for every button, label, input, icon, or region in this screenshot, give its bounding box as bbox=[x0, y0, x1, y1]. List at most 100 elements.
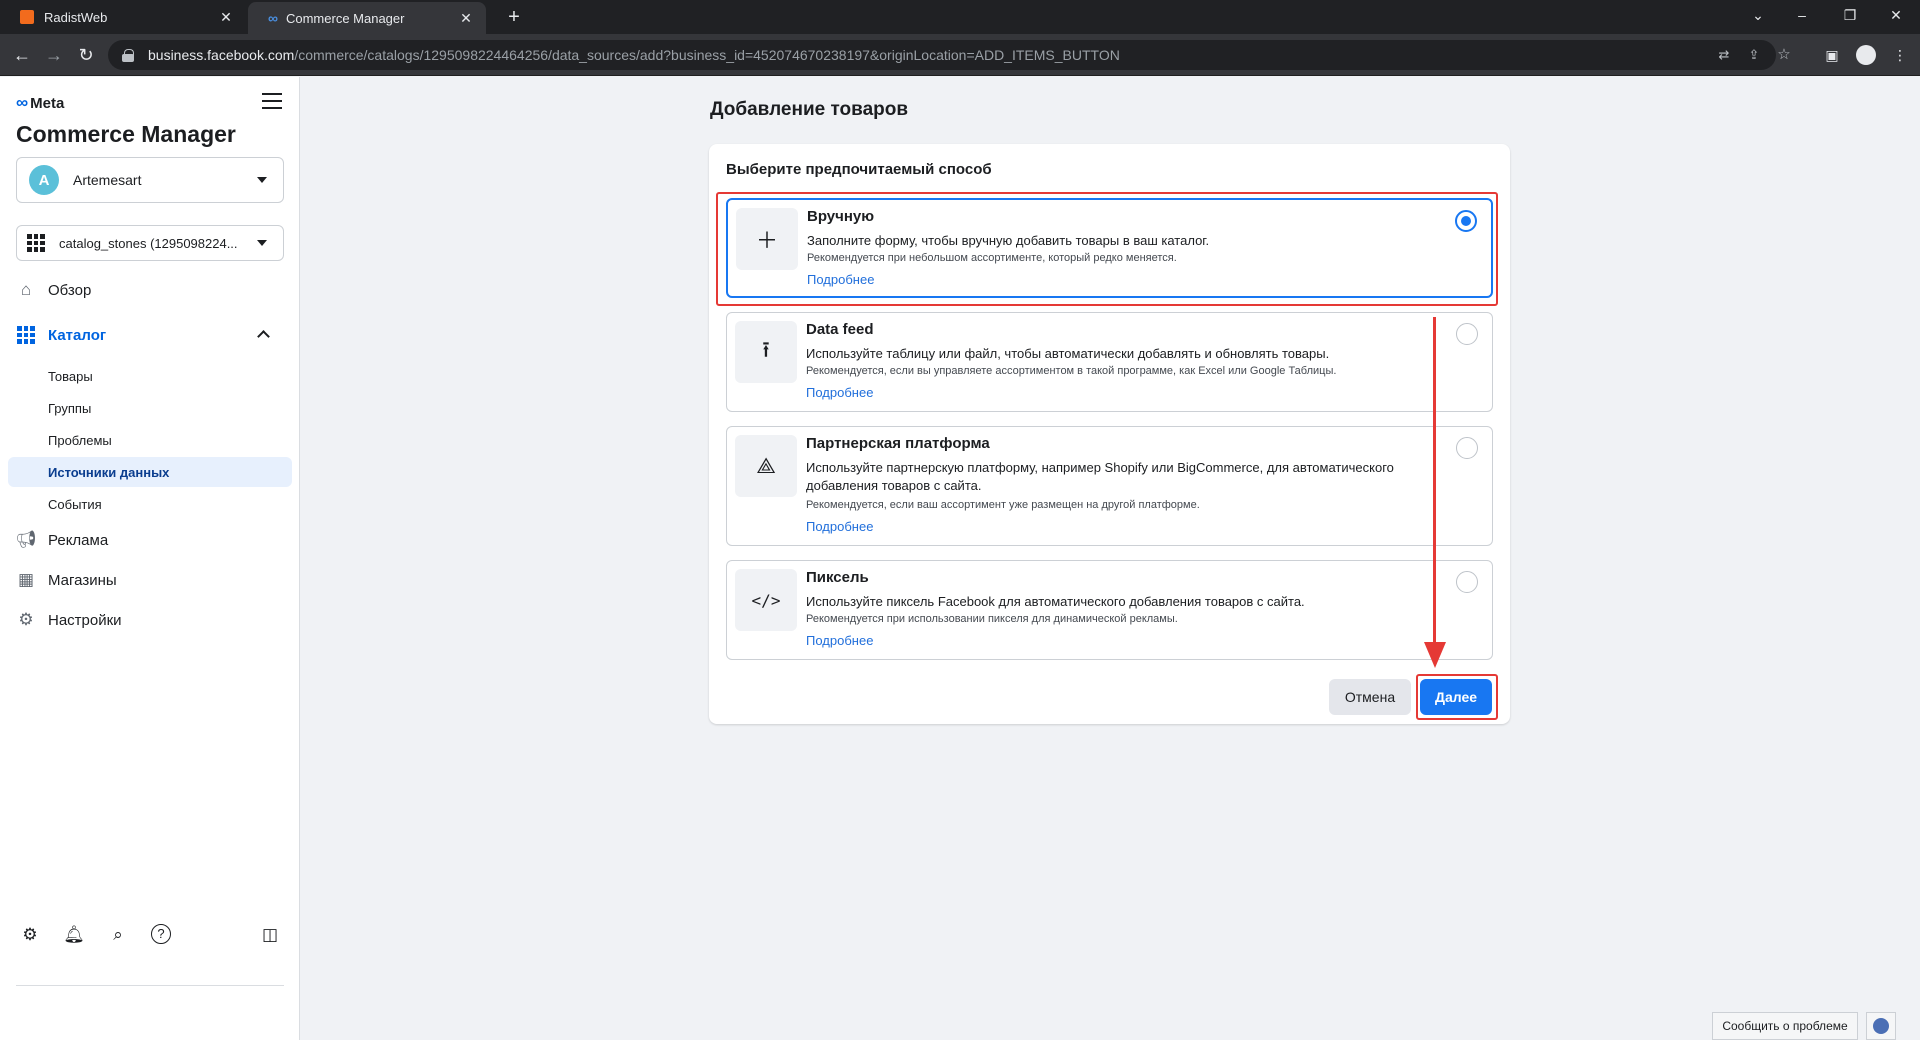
next-button[interactable]: Далее bbox=[1420, 679, 1492, 715]
nav-sub-groups[interactable]: Группы bbox=[8, 393, 292, 423]
dropdown-caret-icon bbox=[257, 177, 267, 183]
option-note: Рекомендуется, если ваш ассортимент уже … bbox=[806, 499, 1200, 511]
meta-logo[interactable]: ∞ Meta bbox=[16, 93, 64, 113]
dropdown-caret-icon bbox=[257, 240, 267, 246]
catalog-name: catalog_stones (1295098224... bbox=[59, 235, 238, 251]
option-title: Партнерская платформа bbox=[806, 435, 990, 452]
nav-sub-data-sources[interactable]: Источники данных bbox=[8, 457, 292, 487]
globe-icon[interactable] bbox=[1866, 1012, 1896, 1040]
browser-tab-bar: RadistWeb ✕ ∞ Commerce Manager ✕ + ⌄ – ❐… bbox=[0, 0, 1920, 34]
nav-catalog[interactable]: Каталог bbox=[16, 320, 284, 350]
option-radio[interactable] bbox=[1456, 571, 1478, 593]
settings-gear-icon[interactable]: ⚙ bbox=[19, 924, 41, 946]
share-icon[interactable]: ⇪ bbox=[1746, 47, 1762, 63]
notifications-bell-icon[interactable]: 🔔︎ bbox=[63, 924, 85, 946]
option-partner-platform[interactable]: ⟁ Партнерская платформа Используйте парт… bbox=[726, 426, 1493, 546]
option-description: Используйте партнерскую платформу, напри… bbox=[806, 460, 1394, 493]
option-data-feed[interactable]: ⭱ Data feed Используйте таблицу или файл… bbox=[726, 312, 1493, 412]
nav-label: Каталог bbox=[48, 326, 107, 344]
catalog-grid-icon bbox=[16, 325, 36, 345]
card-heading: Выберите предпочитаемый способ bbox=[726, 161, 992, 178]
plus-icon: ＋ bbox=[736, 208, 798, 270]
option-manual[interactable]: ＋ Вручную Заполните форму, чтобы вручную… bbox=[726, 198, 1493, 298]
nav-shops[interactable]: ▦ Магазины bbox=[16, 565, 284, 595]
hamburger-menu-icon[interactable] bbox=[262, 93, 282, 109]
new-tab-button[interactable]: + bbox=[500, 4, 528, 30]
radistweb-favicon-icon bbox=[20, 10, 34, 24]
browser-tab-radistweb[interactable]: RadistWeb ✕ bbox=[0, 0, 246, 34]
account-selector[interactable]: A Artemesart bbox=[16, 157, 284, 203]
close-tab-icon[interactable]: ✕ bbox=[458, 10, 474, 27]
bookmark-star-icon[interactable]: ☆ bbox=[1776, 47, 1792, 63]
side-panel-icon[interactable]: ▣ bbox=[1822, 45, 1842, 65]
report-problem-button[interactable]: Сообщить о проблеме bbox=[1712, 1012, 1858, 1040]
tab-title: RadistWeb bbox=[44, 9, 108, 25]
option-note: Рекомендуется, если вы управляете ассорт… bbox=[806, 365, 1337, 377]
shop-icon: ▦ bbox=[17, 570, 35, 589]
nav-sub-products[interactable]: Товары bbox=[8, 361, 292, 391]
meta-favicon-icon: ∞ bbox=[268, 10, 278, 26]
option-radio[interactable] bbox=[1455, 210, 1477, 232]
page-title: Добавление товаров bbox=[710, 99, 909, 120]
minimize-window-button[interactable]: – bbox=[1780, 0, 1824, 30]
profile-avatar[interactable] bbox=[1856, 45, 1876, 65]
learn-more-link[interactable]: Подробнее bbox=[807, 272, 874, 287]
gear-icon: ⚙ bbox=[18, 610, 34, 629]
nav-label: Настройки bbox=[48, 611, 122, 629]
address-bar[interactable]: business.facebook.com/commerce/catalogs/… bbox=[108, 40, 1791, 70]
option-note: Рекомендуется при небольшом ассортименте… bbox=[807, 252, 1177, 264]
chevron-up-icon[interactable] bbox=[257, 330, 270, 343]
browser-tab-commerce-manager[interactable]: ∞ Commerce Manager ✕ bbox=[248, 2, 486, 34]
nav-label: Обзор bbox=[48, 281, 92, 299]
help-icon[interactable]: ? bbox=[151, 924, 171, 944]
browser-toolbar: ← → ↻ business.facebook.com/commerce/cat… bbox=[0, 34, 1920, 76]
option-description: Используйте таблицу или файл, чтобы авто… bbox=[806, 346, 1330, 361]
nav-settings[interactable]: ⚙ Настройки bbox=[16, 605, 284, 635]
collapse-panel-icon[interactable]: ◫ bbox=[259, 924, 281, 946]
browser-menu-icon[interactable]: ⋮ bbox=[1890, 45, 1910, 65]
learn-more-link[interactable]: Подробнее bbox=[806, 519, 873, 534]
nav-label: Реклама bbox=[48, 531, 109, 549]
learn-more-link[interactable]: Подробнее bbox=[806, 633, 873, 648]
lock-icon[interactable] bbox=[122, 49, 134, 62]
nav-overview[interactable]: ⌂ Обзор bbox=[16, 275, 284, 305]
meta-infinity-icon: ∞ bbox=[16, 93, 29, 112]
translate-icon[interactable]: ⇄ bbox=[1716, 47, 1732, 63]
catalog-grid-icon bbox=[27, 234, 45, 252]
learn-more-link[interactable]: Подробнее bbox=[806, 385, 873, 400]
option-title: Data feed bbox=[806, 321, 874, 338]
catalog-selector[interactable]: catalog_stones (1295098224... bbox=[16, 225, 284, 261]
nav-sub-events[interactable]: События bbox=[8, 489, 292, 519]
sidebar-divider bbox=[16, 985, 284, 986]
account-name: Artemesart bbox=[73, 172, 142, 188]
restore-window-button[interactable]: ❐ bbox=[1828, 0, 1872, 30]
account-avatar: A bbox=[29, 165, 59, 195]
cancel-button[interactable]: Отмена bbox=[1329, 679, 1411, 715]
url-text: business.facebook.com/commerce/catalogs/… bbox=[148, 47, 1120, 63]
option-note: Рекомендуется при использовании пикселя … bbox=[806, 613, 1178, 625]
back-icon[interactable]: ← bbox=[10, 43, 34, 67]
option-radio[interactable] bbox=[1456, 437, 1478, 459]
option-title: Пиксель bbox=[806, 569, 869, 586]
code-icon: </> bbox=[735, 569, 797, 631]
tab-title: Commerce Manager bbox=[285, 10, 405, 26]
forward-icon[interactable]: → bbox=[42, 43, 66, 67]
reload-icon[interactable]: ↻ bbox=[74, 43, 98, 67]
app-title: Commerce Manager bbox=[16, 121, 236, 147]
option-radio[interactable] bbox=[1456, 323, 1478, 345]
home-icon: ⌂ bbox=[20, 280, 32, 299]
tab-search-chevron-icon[interactable]: ⌄ bbox=[1736, 0, 1780, 30]
nav-sub-issues[interactable]: Проблемы bbox=[8, 425, 292, 455]
option-pixel[interactable]: </> Пиксель Используйте пиксель Facebook… bbox=[726, 560, 1493, 660]
option-title: Вручную bbox=[807, 208, 875, 225]
nav-ads[interactable]: 📢︎ Реклама bbox=[15, 525, 284, 555]
upload-icon: ⭱ bbox=[735, 321, 797, 383]
annotation-arrow-line bbox=[1433, 317, 1436, 647]
partner-nodes-icon: ⟁ bbox=[735, 435, 797, 497]
close-tab-icon[interactable]: ✕ bbox=[218, 9, 234, 26]
brand-name: Meta bbox=[30, 94, 65, 112]
search-icon[interactable]: ⌕ bbox=[107, 924, 129, 946]
megaphone-icon: 📢︎ bbox=[15, 530, 37, 549]
annotation-arrow-head-icon bbox=[1424, 642, 1446, 668]
close-window-button[interactable]: ✕ bbox=[1874, 0, 1918, 30]
